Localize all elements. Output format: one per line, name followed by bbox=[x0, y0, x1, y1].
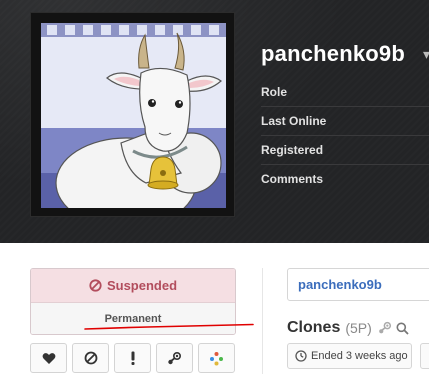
profile-header: panchenko9b ▾ Role Last Online Registere… bbox=[0, 0, 429, 243]
dots-icon bbox=[210, 351, 223, 365]
ended-status-pill: Ended 3 weeks ago bbox=[287, 343, 412, 369]
favorite-button[interactable] bbox=[30, 343, 67, 373]
block-button[interactable] bbox=[72, 343, 109, 373]
linked-username[interactable]: panchenko9b bbox=[298, 277, 382, 292]
suspended-label: Suspended bbox=[106, 278, 178, 293]
clones-heading: Clones (5P) bbox=[287, 319, 409, 337]
info-label-comments: Comments bbox=[261, 172, 324, 186]
search-icon[interactable] bbox=[396, 322, 409, 335]
clones-title: Clones bbox=[287, 319, 341, 336]
clones-icon-group bbox=[378, 321, 409, 335]
report-button[interactable] bbox=[114, 343, 151, 373]
clock-icon bbox=[295, 350, 307, 362]
ended-text: Ended 3 weeks ago bbox=[311, 350, 408, 362]
profile-username: panchenko9b bbox=[261, 41, 406, 66]
goat-avatar-image bbox=[41, 23, 226, 208]
avatar-frame bbox=[30, 12, 235, 217]
ban-icon bbox=[89, 279, 102, 292]
suspended-banner: Suspended bbox=[31, 269, 235, 303]
more-button[interactable] bbox=[198, 343, 235, 373]
info-label-role: Role bbox=[261, 78, 429, 107]
linked-user-card[interactable]: panchenko9b bbox=[287, 268, 429, 301]
ban-icon bbox=[84, 351, 97, 365]
username-settings-icon[interactable]: ▾ bbox=[423, 46, 429, 60]
steam-button[interactable] bbox=[156, 343, 193, 373]
next-pill[interactable] bbox=[420, 343, 429, 369]
clones-count: (5P) bbox=[345, 320, 372, 336]
steam-icon[interactable] bbox=[378, 321, 392, 335]
column-divider bbox=[262, 268, 263, 374]
avatar[interactable] bbox=[41, 23, 226, 208]
steam-icon bbox=[168, 351, 182, 364]
info-label-registered: Registered bbox=[261, 136, 429, 165]
heart-icon bbox=[42, 352, 55, 364]
red-annotation-underline bbox=[84, 323, 254, 330]
exclamation-icon bbox=[131, 351, 134, 365]
info-label-last-online: Last Online bbox=[261, 107, 429, 136]
